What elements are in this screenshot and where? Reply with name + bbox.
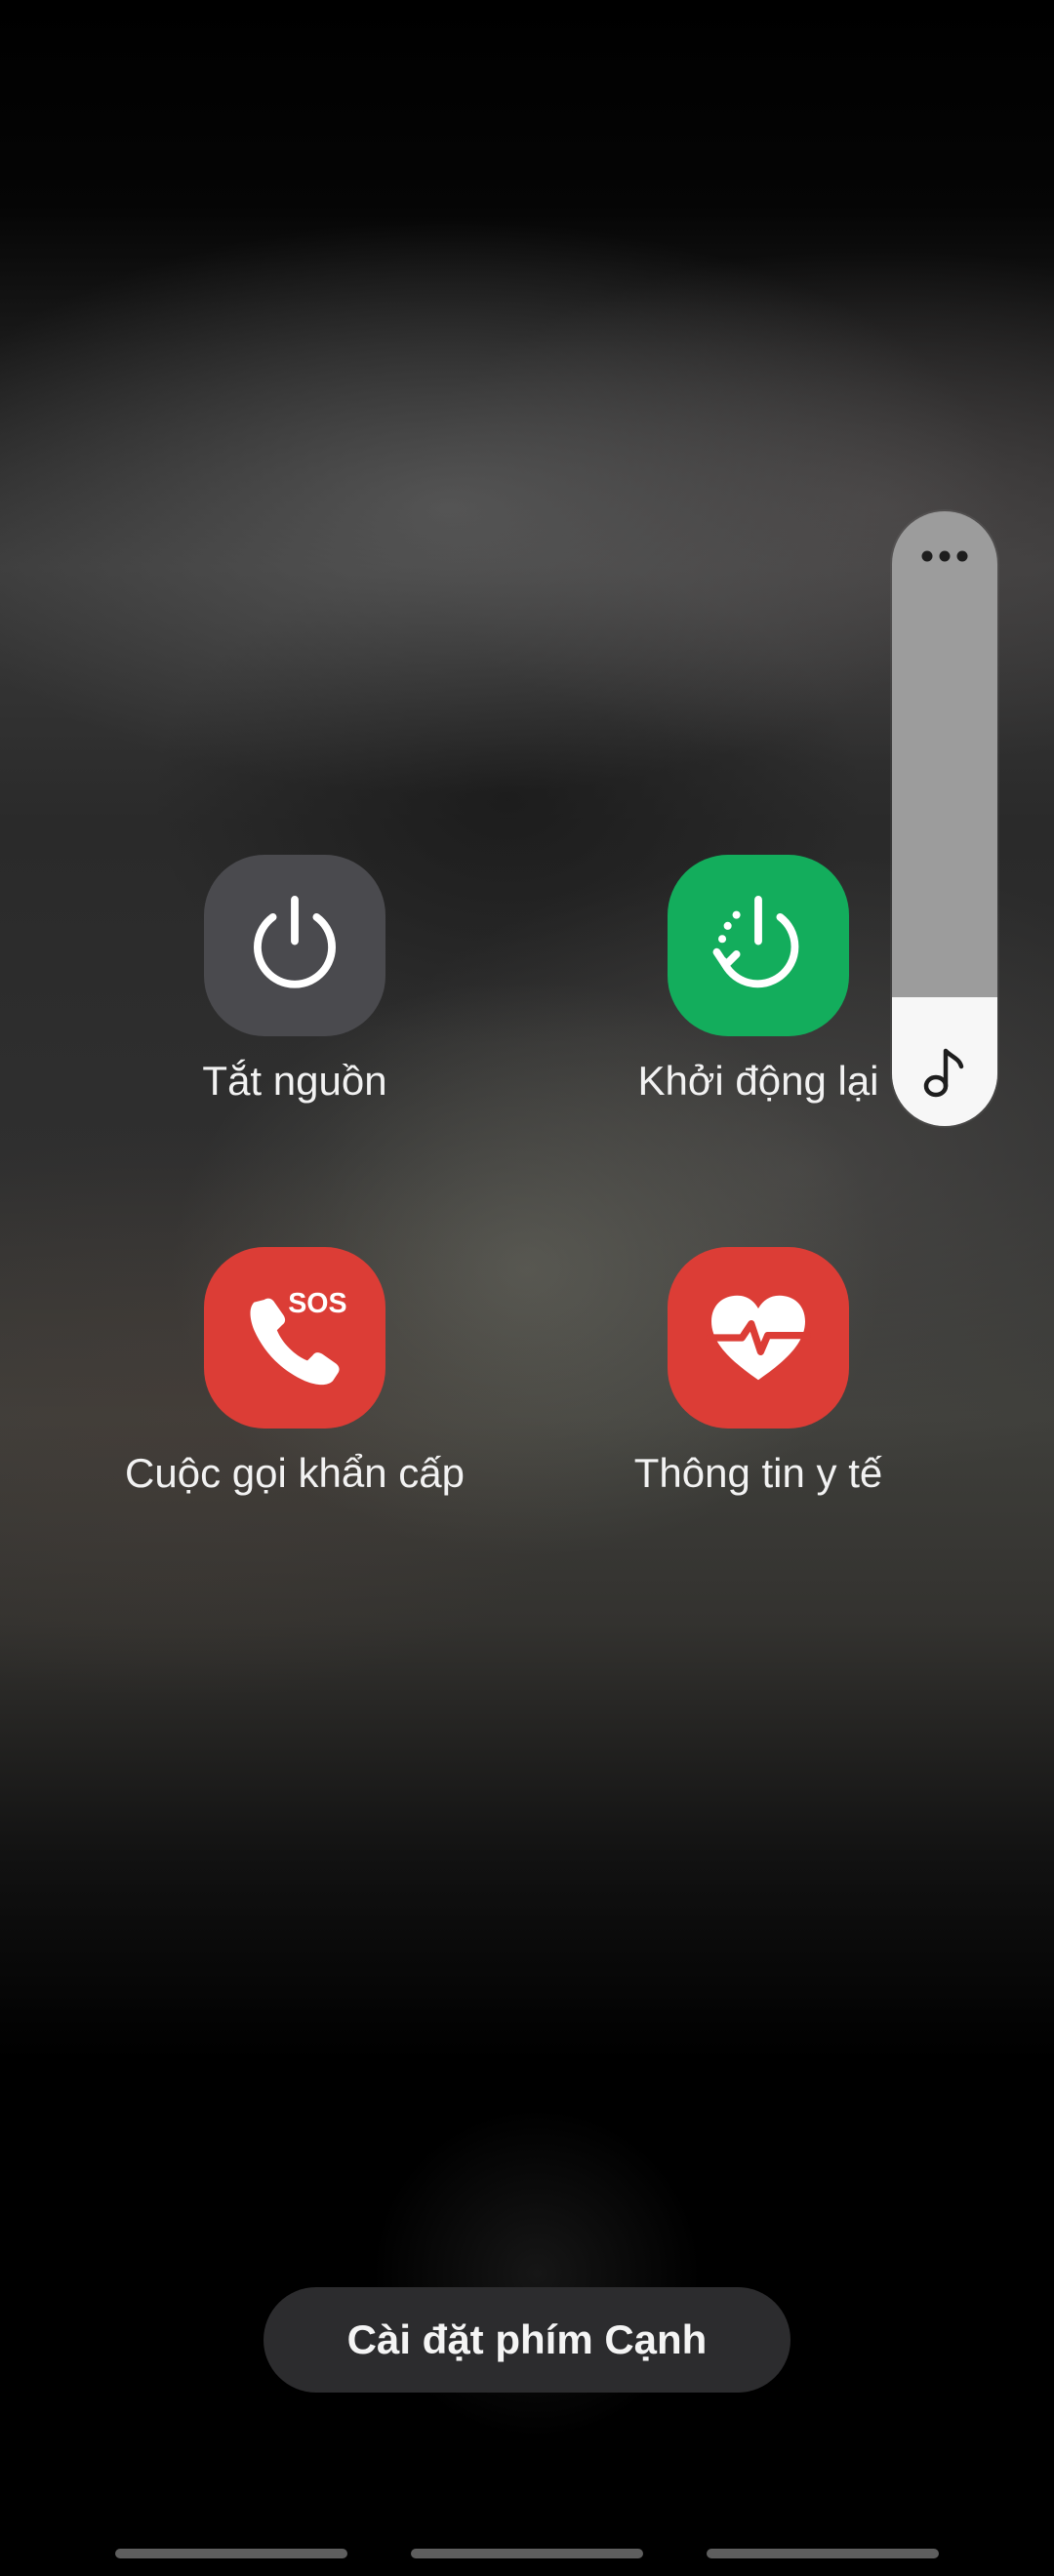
medical-info-action[interactable]: Thông tin y tế [524,1247,993,1501]
medical-info-label: Thông tin y tế [633,1450,883,1496]
medical-info-button[interactable] [668,1247,849,1429]
power-icon [254,896,336,988]
power-menu-screen: Tắt nguồn Khởi động lại SOS Cuộc gọi khẩ… [0,0,1054,2576]
power-off-label: Tắt nguồn [202,1058,387,1104]
music-note-icon [923,1048,964,1098]
emergency-call-action[interactable]: SOS Cuộc gọi khẩn cấp [61,1247,529,1501]
side-key-settings-button[interactable]: Cài đặt phím Cạnh [264,2287,790,2393]
power-off-action[interactable]: Tắt nguồn [61,855,529,1108]
volume-more-button[interactable] [892,546,997,570]
volume-slider[interactable] [892,511,997,1126]
restart-icon [712,896,799,988]
power-off-button[interactable] [204,855,385,1036]
volume-stream-button[interactable] [892,1045,997,1105]
nav-home-bar[interactable] [411,2549,643,2558]
nav-back-bar[interactable] [707,2549,939,2558]
sos-phone-icon: SOS [250,1288,347,1386]
restart-button[interactable] [668,855,849,1036]
sos-text: SOS [288,1288,346,1319]
emergency-call-button[interactable]: SOS [204,1247,385,1429]
nav-recent-apps-bar[interactable] [115,2549,347,2558]
more-dots-icon [921,550,968,562]
heart-pulse-icon [706,1295,811,1381]
emergency-call-label: Cuộc gọi khẩn cấp [125,1450,465,1496]
